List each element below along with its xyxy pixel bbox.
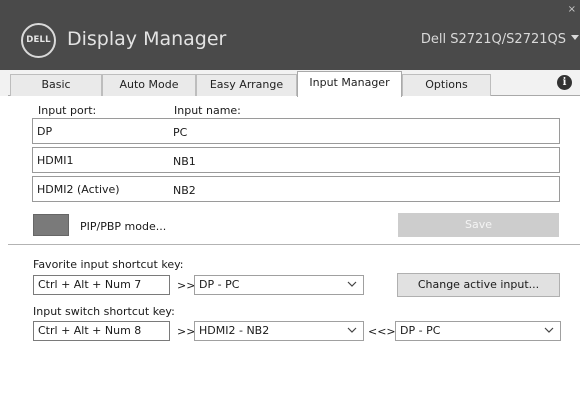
switch-selected-value-b: DP - PC	[400, 324, 441, 337]
title-bar: DELL Display Manager Dell S2721Q/S2721QS…	[0, 0, 580, 70]
switch-input-select-a[interactable]: HDMI2 - NB2	[194, 321, 364, 341]
input-port: DP	[37, 125, 53, 138]
input-port: HDMI2 (Active)	[37, 183, 120, 196]
favorite-input-select[interactable]: DP - PC	[194, 275, 364, 295]
input-row-dp[interactable]: DP PC	[32, 118, 560, 144]
tab-input-manager[interactable]: Input Manager	[297, 71, 402, 97]
favorite-shortcut-label: Favorite input shortcut key:	[33, 258, 184, 271]
input-port-header: Input port:	[38, 104, 97, 117]
pip-pbp-preview[interactable]	[33, 214, 69, 236]
chevron-down-icon	[347, 327, 357, 333]
input-row-hdmi1[interactable]: HDMI1 NB1	[32, 147, 560, 173]
input-name-header: Input name:	[174, 104, 241, 117]
switch-shortcut-input[interactable]: Ctrl + Alt + Num 8	[33, 321, 170, 341]
pip-pbp-mode-link[interactable]: PIP/PBP mode...	[80, 220, 166, 233]
switch-input-select-b[interactable]: DP - PC	[395, 321, 561, 341]
input-name-field[interactable]: NB1	[173, 155, 196, 168]
monitor-selector[interactable]: Dell S2721Q/S2721QS	[421, 32, 566, 47]
favorite-selected-value: DP - PC	[199, 278, 240, 291]
chevron-down-icon[interactable]	[571, 35, 579, 40]
section-divider	[8, 244, 580, 245]
dell-logo: DELL	[21, 23, 56, 58]
input-name-field[interactable]: NB2	[173, 184, 196, 197]
tab-easy-arrange[interactable]: Easy Arrange	[196, 74, 297, 96]
input-name-field[interactable]: PC	[173, 126, 187, 139]
favorite-arrow: >>	[177, 279, 196, 292]
save-button[interactable]: Save	[398, 213, 559, 237]
app-title: Display Manager	[67, 28, 227, 50]
change-active-input-button[interactable]: Change active input...	[397, 273, 560, 297]
favorite-shortcut-input[interactable]: Ctrl + Alt + Num 7	[33, 275, 170, 295]
tab-basic[interactable]: Basic	[10, 74, 102, 96]
tab-auto-mode[interactable]: Auto Mode	[102, 74, 196, 96]
tab-options[interactable]: Options	[402, 74, 491, 96]
chevron-down-icon	[544, 327, 554, 333]
close-icon[interactable]: ×	[568, 5, 576, 15]
switch-selected-value-a: HDMI2 - NB2	[199, 324, 270, 337]
input-port: HDMI1	[37, 154, 74, 167]
info-icon[interactable]: i	[557, 75, 572, 90]
chevron-down-icon	[347, 281, 357, 287]
switch-shortcut-label: Input switch shortcut key:	[33, 305, 175, 318]
input-row-hdmi2[interactable]: HDMI2 (Active) NB2	[32, 176, 560, 202]
switch-arrow: >>	[177, 325, 196, 338]
